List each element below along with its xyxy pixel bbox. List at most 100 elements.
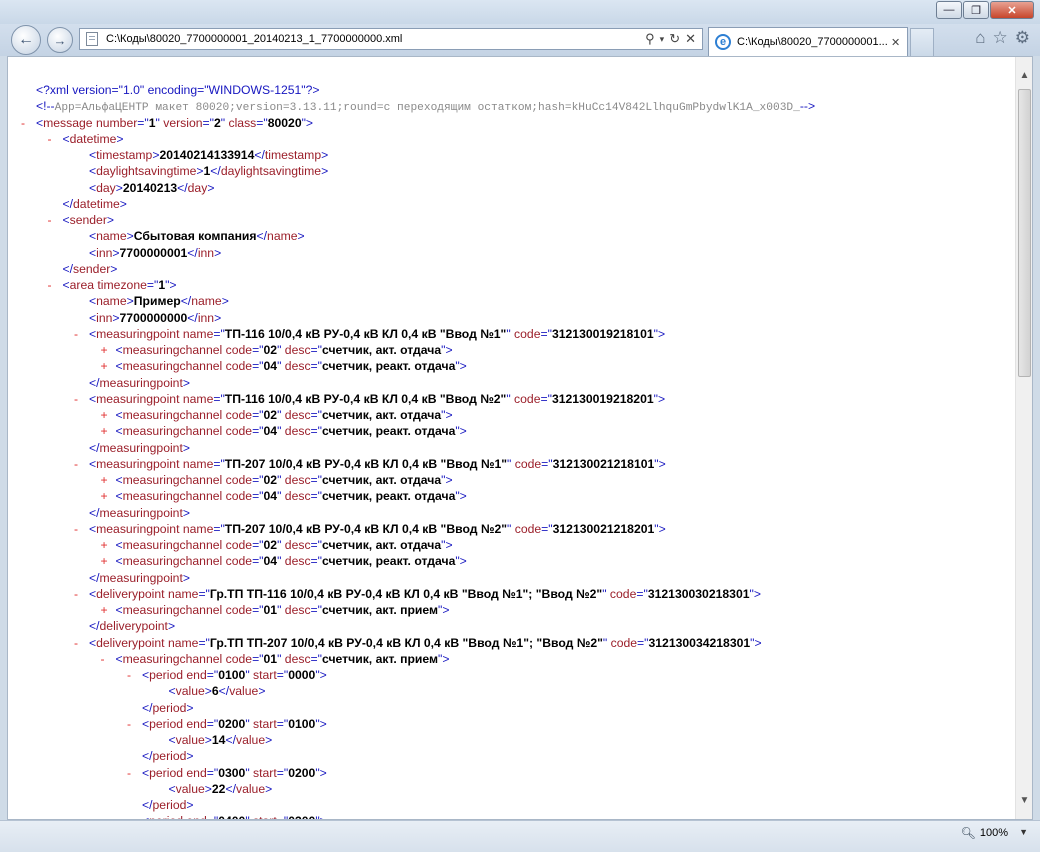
collapse-toggle[interactable]: - bbox=[127, 716, 131, 732]
home-icon[interactable]: ⌂ bbox=[975, 28, 985, 48]
restore-button[interactable]: ❐ bbox=[963, 1, 989, 19]
vertical-scrollbar[interactable]: ▲ ▼ bbox=[1015, 57, 1032, 819]
xml-token: счетчик, акт. прием bbox=[322, 603, 439, 617]
collapse-toggle[interactable]: - bbox=[48, 212, 52, 228]
xml-line-content: <period end="0100" start="0000"> bbox=[142, 667, 327, 683]
tab-close-icon[interactable]: ✕ bbox=[891, 36, 900, 49]
xml-line-content: <value>14</value> bbox=[169, 732, 273, 748]
collapse-toggle[interactable]: - bbox=[48, 131, 52, 147]
xml-token: счетчик, акт. отдача bbox=[322, 538, 442, 552]
dropdown-icon[interactable]: ▾ bbox=[660, 34, 665, 45]
xml-token: < bbox=[115, 359, 123, 374]
xml-token: "> bbox=[165, 278, 177, 292]
refresh-icon[interactable]: ↻ bbox=[669, 31, 680, 47]
xml-line-content: <measuringpoint name="ТП-116 10/0,4 кВ Р… bbox=[89, 391, 665, 407]
xml-token: 04 bbox=[263, 489, 278, 504]
xml-token: =" bbox=[310, 603, 322, 617]
xml-token: > bbox=[182, 440, 190, 455]
collapse-toggle[interactable]: - bbox=[101, 651, 105, 667]
xml-token: "> bbox=[315, 765, 327, 780]
xml-token: </ bbox=[89, 505, 100, 520]
xml-line-content: <measuringchannel code="04" desc="счетчи… bbox=[116, 423, 467, 439]
collapse-toggle[interactable]: - bbox=[21, 115, 25, 131]
expand-toggle[interactable]: + bbox=[101, 553, 108, 569]
collapse-toggle[interactable]: - bbox=[74, 391, 78, 407]
xml-token: </ bbox=[180, 294, 192, 309]
xml-token: > bbox=[110, 261, 118, 276]
xml-token: 312130019218201 bbox=[551, 391, 654, 406]
expand-toggle[interactable]: + bbox=[101, 358, 108, 374]
xml-token: period bbox=[152, 700, 187, 715]
xml-token: 01 bbox=[263, 603, 278, 617]
xml-token: code bbox=[606, 586, 637, 601]
minimize-button[interactable]: — bbox=[936, 1, 962, 19]
collapse-toggle[interactable]: - bbox=[127, 765, 131, 781]
xml-token: "> bbox=[654, 456, 666, 471]
xml-line-content: <measuringchannel code="04" desc="счетчи… bbox=[116, 358, 467, 374]
expand-toggle[interactable]: + bbox=[101, 407, 108, 423]
xml-token: end bbox=[183, 668, 207, 682]
collapse-toggle[interactable]: - bbox=[127, 813, 131, 819]
xml-token: start bbox=[249, 765, 277, 780]
close-button[interactable]: ✕ bbox=[990, 1, 1034, 19]
expand-toggle[interactable]: + bbox=[101, 423, 108, 439]
back-button[interactable]: ← bbox=[11, 25, 41, 55]
xml-line-content: <measuringchannel code="02" desc="счетчи… bbox=[116, 407, 453, 423]
xml-token: > bbox=[186, 749, 194, 764]
xml-token: > bbox=[196, 164, 204, 179]
xml-token: deliverypoint bbox=[96, 586, 165, 601]
search-icon[interactable]: ⚲ bbox=[645, 31, 655, 47]
expand-toggle[interactable]: + bbox=[101, 537, 108, 553]
xml-token: desc bbox=[281, 473, 311, 487]
xml-token: счетчик, акт. отдача bbox=[322, 408, 442, 422]
scroll-up-icon[interactable]: ▲ bbox=[1016, 67, 1032, 84]
xml-token: =" bbox=[206, 716, 219, 731]
xml-token: > bbox=[112, 310, 120, 325]
xml-token: measuringchannel bbox=[122, 424, 223, 439]
xml-token: > bbox=[126, 294, 134, 309]
scroll-thumb[interactable] bbox=[1018, 89, 1031, 377]
forward-button[interactable]: → bbox=[47, 27, 73, 53]
collapse-toggle[interactable]: - bbox=[74, 456, 78, 472]
expand-toggle[interactable]: + bbox=[101, 488, 108, 504]
address-bar[interactable]: C:\Коды\80020_7700000001_20140213_1_7700… bbox=[79, 28, 703, 50]
xml-token: Пример bbox=[133, 294, 181, 309]
collapse-toggle[interactable]: - bbox=[74, 326, 78, 342]
xml-token: "> bbox=[455, 359, 467, 374]
expand-toggle[interactable]: + bbox=[101, 472, 108, 488]
expand-toggle[interactable]: + bbox=[101, 342, 108, 358]
favorites-star-icon[interactable]: ☆ bbox=[993, 28, 1008, 48]
xml-line-content: </period> bbox=[142, 797, 194, 813]
xml-line: - <deliverypoint name="Гр.ТП ТП-116 10/0,… bbox=[8, 586, 1016, 602]
xml-token: value bbox=[229, 684, 259, 699]
collapse-toggle[interactable]: - bbox=[74, 521, 78, 537]
xml-token: =" bbox=[276, 716, 289, 731]
xml-token: > bbox=[186, 700, 194, 715]
stop-icon[interactable]: ✕ bbox=[685, 31, 696, 47]
new-tab-button[interactable] bbox=[910, 28, 934, 56]
zoom-control[interactable]: 🔍︎ 100% bbox=[961, 826, 1008, 840]
xml-token: measuringpoint bbox=[99, 570, 183, 585]
xml-token: </ bbox=[142, 798, 153, 812]
scroll-down-icon[interactable]: ▼ bbox=[1016, 792, 1032, 809]
xml-line: - <sender> bbox=[8, 212, 1016, 228]
collapse-toggle[interactable]: - bbox=[48, 277, 52, 293]
zoom-dropdown-icon[interactable]: ▼ bbox=[1019, 827, 1028, 837]
xml-token: > bbox=[221, 294, 229, 309]
xml-token: day bbox=[96, 180, 116, 195]
xml-token: period bbox=[149, 765, 184, 780]
xml-token: sender bbox=[69, 213, 107, 227]
xml-token: inn bbox=[96, 245, 113, 260]
xml-token: =" bbox=[310, 408, 322, 422]
xml-token: measuringpoint bbox=[99, 505, 183, 520]
gear-icon[interactable]: ⚙ bbox=[1015, 28, 1030, 48]
address-url[interactable]: C:\Коды\80020_7700000001_20140213_1_7700… bbox=[106, 33, 645, 45]
xml-token: < bbox=[62, 213, 70, 227]
collapse-toggle[interactable]: - bbox=[127, 667, 131, 683]
tab-current[interactable]: e C:\Коды\80020_7700000001... ✕ bbox=[708, 27, 908, 56]
expand-toggle[interactable]: + bbox=[101, 602, 108, 618]
collapse-toggle[interactable]: - bbox=[74, 635, 78, 651]
collapse-toggle[interactable]: - bbox=[74, 586, 78, 602]
xml-token: measuringchannel bbox=[122, 359, 223, 374]
xml-token: desc bbox=[281, 651, 311, 666]
